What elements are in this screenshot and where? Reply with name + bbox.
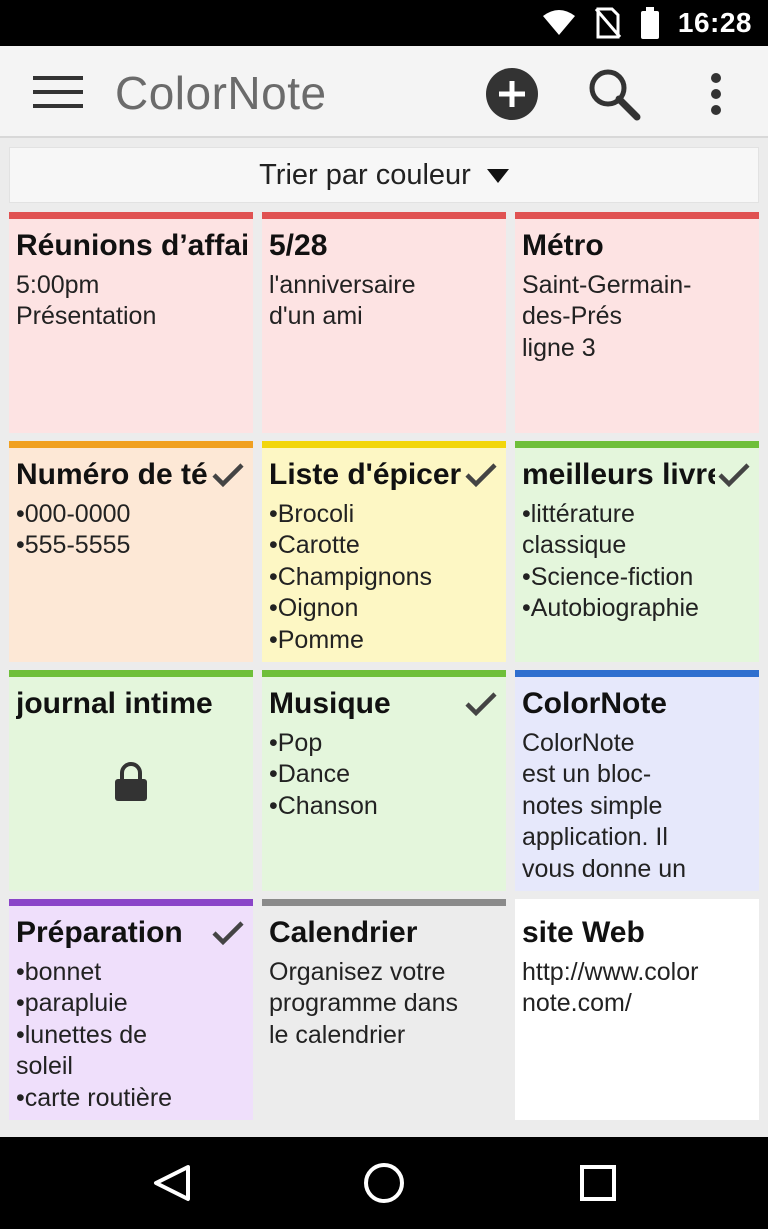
note-title: Liste d'épicerie <box>269 458 462 491</box>
note-card[interactable]: Réunions d’affaires 5:00pm Présentation <box>9 212 253 433</box>
add-note-button[interactable] <box>484 66 540 122</box>
note-card[interactable]: Préparation •bonnet •parapluie •lunettes… <box>9 899 253 1120</box>
dropdown-arrow-icon <box>486 169 509 183</box>
checkmark-icon <box>718 463 750 488</box>
checkmark-icon <box>465 463 497 488</box>
note-card[interactable]: 5/28 l'anniversaire d'un ami <box>262 212 506 433</box>
note-title: Préparation <box>16 916 183 949</box>
add-circle-icon <box>486 68 538 120</box>
note-color-bar <box>9 670 253 677</box>
battery-icon <box>640 7 659 39</box>
note-card[interactable]: ColorNote ColorNote est un bloc- notes s… <box>515 670 759 891</box>
search-button[interactable] <box>584 64 644 124</box>
note-color-bar <box>9 441 253 448</box>
note-body: Saint-Germain- des-Prés ligne 3 <box>522 271 692 362</box>
status-time: 16:28 <box>677 7 752 38</box>
search-icon <box>589 69 641 121</box>
note-body: l'anniversaire d'un ami <box>269 271 416 331</box>
note-card[interactable]: Numéro de téléphone •000-0000 •555-5555 <box>9 441 253 662</box>
note-color-bar <box>262 212 506 219</box>
note-body: •Pop •Dance •Chanson <box>269 729 378 820</box>
note-card[interactable]: Métro Saint-Germain- des-Prés ligne 3 <box>515 212 759 433</box>
lock-icon <box>115 762 147 801</box>
sort-dropdown[interactable]: Trier par couleur <box>9 147 759 203</box>
status-icons: 16:28 <box>542 0 752 46</box>
note-body: •000-0000 •555-5555 <box>16 500 131 560</box>
more-vert-icon <box>711 73 721 115</box>
note-color-bar <box>9 212 253 219</box>
note-card[interactable]: journal intime <box>9 670 253 891</box>
note-title: journal intime <box>16 687 213 720</box>
hamburger-menu-icon <box>33 76 83 108</box>
note-body: 5:00pm Présentation <box>16 271 157 331</box>
note-card[interactable]: meilleurs livres •littérature classique … <box>515 441 759 662</box>
note-body: •Brocoli •Carotte •Champignons •Oignon •… <box>269 500 433 654</box>
note-title: Calendrier <box>269 916 418 949</box>
note-body: •littérature classique •Science-fiction … <box>522 500 699 623</box>
note-card[interactable]: Musique •Pop •Dance •Chanson <box>262 670 506 891</box>
checkmark-icon <box>212 921 244 946</box>
note-color-bar <box>515 670 759 677</box>
app-title: ColorNote <box>115 67 327 119</box>
checkmark-icon <box>212 463 244 488</box>
status-bar: 16:28 <box>0 0 768 46</box>
note-color-bar <box>262 899 506 906</box>
note-title: Musique <box>269 687 391 720</box>
navigation-bar <box>0 1137 768 1229</box>
note-color-bar <box>9 899 253 906</box>
note-title: site Web <box>522 916 645 949</box>
checkmark-icon <box>465 692 497 717</box>
note-title: ColorNote <box>522 687 667 720</box>
note-title: Réunions d’affaires <box>16 229 247 262</box>
note-title: meilleurs livres <box>522 458 715 491</box>
note-body: •bonnet •parapluie •lunettes de soleil •… <box>16 958 173 1112</box>
wifi-icon <box>542 10 575 35</box>
note-color-bar <box>262 441 506 448</box>
note-card[interactable]: Liste d'épicerie •Brocoli •Carotte •Cham… <box>262 441 506 662</box>
more-options-button[interactable] <box>696 68 736 120</box>
home-icon[interactable] <box>362 1161 406 1205</box>
note-body: Organisez votre programme dans le calend… <box>269 958 458 1049</box>
note-title: Métro <box>522 229 604 262</box>
no-sim-icon <box>594 7 622 39</box>
note-card[interactable]: site Web http://www.color note.com/ <box>515 899 759 1120</box>
note-body: http://www.color note.com/ <box>522 958 699 1018</box>
sort-label: Trier par couleur <box>259 158 471 191</box>
app-bar: ColorNote <box>0 46 768 138</box>
note-title: Numéro de téléphone <box>16 458 209 491</box>
note-color-bar <box>515 212 759 219</box>
recent-apps-icon[interactable] <box>578 1163 618 1203</box>
menu-button[interactable] <box>30 72 86 112</box>
note-title: 5/28 <box>269 229 328 262</box>
note-body: ColorNote est un bloc- notes simple appl… <box>522 729 687 883</box>
note-color-bar <box>515 441 759 448</box>
note-card[interactable]: Calendrier Organisez votre programme dan… <box>262 899 506 1120</box>
note-color-bar <box>262 670 506 677</box>
back-icon[interactable] <box>150 1163 194 1203</box>
